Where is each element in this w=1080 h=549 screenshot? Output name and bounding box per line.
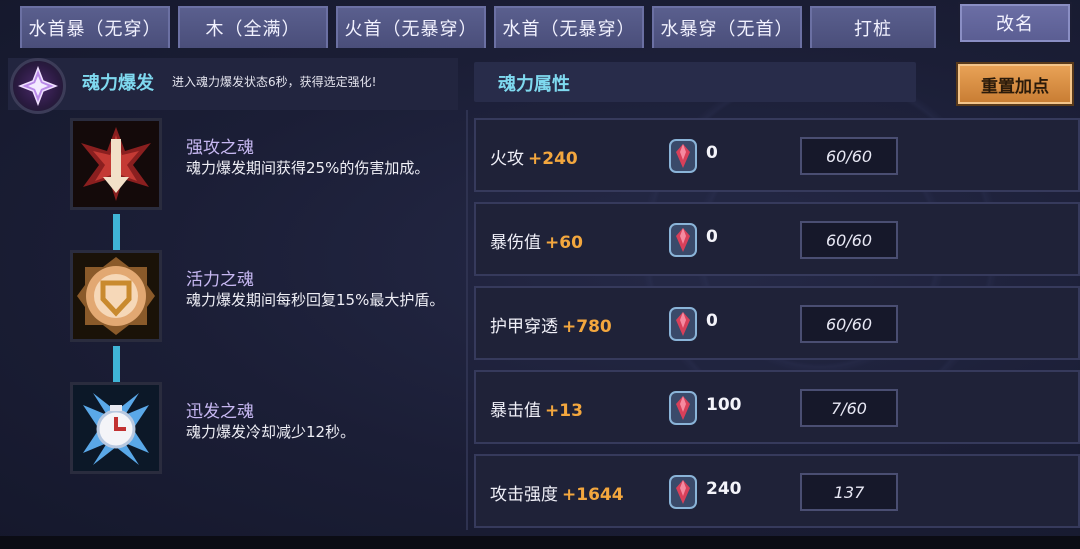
attack-soul-description: 魂力爆发期间获得25%的伤害加成。 [186, 159, 430, 177]
gem-count: 0 [706, 311, 718, 331]
attribute-name: 护甲穿透 +780 [490, 317, 612, 337]
gem-count: 0 [706, 143, 718, 163]
soul-gem-icon [669, 391, 697, 425]
tab-loadout-3[interactable]: 火首（无暴穿） [336, 6, 486, 48]
point-value-box[interactable]: 60/60 [800, 305, 898, 343]
attribute-row-armor-penetration: 护甲穿透 +780 0 60/60 [474, 286, 1080, 360]
swift-soul-description: 魂力爆发冷却减少12秒。 [186, 423, 356, 441]
attribute-bonus: +780 [562, 317, 612, 337]
attribute-name: 暴击值 +13 [490, 401, 583, 421]
point-value-box[interactable]: 60/60 [800, 137, 898, 175]
attack-soul-name: 强攻之魂 [186, 138, 254, 158]
vitality-soul-description: 魂力爆发期间每秒回复15%最大护盾。 [186, 291, 445, 309]
panel-divider [466, 110, 468, 530]
swift-soul-name: 迅发之魂 [186, 402, 254, 422]
attribute-bonus: +60 [545, 233, 583, 253]
tab-loadout-6[interactable]: 打桩 [810, 6, 936, 48]
gem-count: 0 [706, 227, 718, 247]
tab-loadout-5[interactable]: 水暴穿（无首） [652, 6, 802, 48]
tab-loadout-1[interactable]: 水首暴（无穿） [20, 6, 170, 48]
soul-gem-icon [669, 307, 697, 341]
attribute-row-crit-rate: 暴击值 +13 100 7/60 [474, 370, 1080, 444]
gem-count: 100 [706, 395, 742, 415]
soul-gem-icon [669, 139, 697, 173]
rename-button[interactable]: 改名 [958, 2, 1072, 44]
soul-burst-icon [10, 58, 66, 114]
attribute-bonus: +13 [545, 401, 583, 421]
attribute-name: 暴伤值 +60 [490, 233, 583, 253]
attribute-row-fire-attack: 火攻 +240 0 60/60 [474, 118, 1080, 192]
swift-soul-icon[interactable] [70, 382, 162, 474]
soul-connector-2 [113, 346, 120, 382]
point-value-box[interactable]: 7/60 [800, 389, 898, 427]
attributes-title: 魂力属性 [498, 74, 570, 95]
attack-soul-icon[interactable] [70, 118, 162, 210]
loadout-tabs: 水首暴（无穿） 木（全满） 火首（无暴穿） 水首（无暴穿） 水暴穿（无首） 打桩… [0, 0, 1080, 50]
gem-count: 240 [706, 479, 742, 499]
attribute-bonus: +240 [528, 149, 578, 169]
attribute-name: 火攻 +240 [490, 149, 578, 169]
attribute-bonus: +1644 [562, 485, 624, 505]
tab-loadout-4[interactable]: 水首（无暴穿） [494, 6, 644, 48]
attribute-name: 攻击强度 +1644 [490, 485, 624, 505]
vitality-soul-icon[interactable] [70, 250, 162, 342]
soul-gem-icon [669, 475, 697, 509]
attribute-row-attack-power: 攻击强度 +1644 240 137 [474, 454, 1080, 528]
point-value-box[interactable]: 137 [800, 473, 898, 511]
soul-gem-icon [669, 223, 697, 257]
point-value-box[interactable]: 60/60 [800, 221, 898, 259]
attribute-row-crit-damage: 暴伤值 +60 0 60/60 [474, 202, 1080, 276]
tab-loadout-2[interactable]: 木（全满） [178, 6, 328, 48]
soul-burst-title: 魂力爆发 [82, 73, 154, 94]
vitality-soul-name: 活力之魂 [186, 270, 254, 290]
soul-connector-1 [113, 214, 120, 250]
reset-points-button[interactable]: 重置加点 [958, 64, 1072, 104]
bottom-edge [0, 536, 1080, 549]
soul-burst-description: 进入魂力爆发状态6秒，获得选定强化! [172, 75, 377, 89]
